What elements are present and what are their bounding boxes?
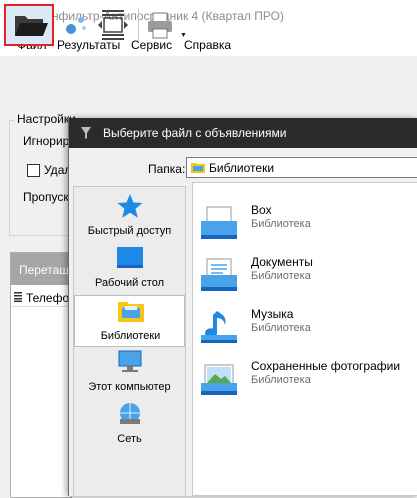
- place-libraries[interactable]: Библиотеки: [74, 295, 185, 347]
- library-name: Документы: [251, 255, 313, 269]
- documents-library-icon: [201, 258, 237, 291]
- file-list[interactable]: Box Библиотека Документы Библиотека Музы…: [192, 182, 417, 496]
- place-quick-access[interactable]: Быстрый доступ: [74, 191, 185, 243]
- place-label: Этот компьютер: [88, 381, 171, 393]
- network-icon: [120, 403, 140, 424]
- library-name: Box: [251, 203, 272, 217]
- place-label: Сеть: [117, 433, 142, 445]
- library-type: Библиотека: [251, 218, 311, 230]
- library-item-documents[interactable]: Документы Библиотека: [201, 255, 417, 299]
- library-type: Библиотека: [251, 270, 311, 282]
- music-library-icon: [201, 311, 237, 343]
- print-button[interactable]: [145, 8, 175, 42]
- place-network[interactable]: Сеть: [74, 399, 185, 451]
- place-label: Рабочий стол: [94, 277, 165, 289]
- settings-button[interactable]: [63, 8, 93, 40]
- computer-icon: [118, 350, 142, 372]
- library-item-music[interactable]: Музыка Библиотека: [201, 307, 417, 351]
- column-header-label: Телефо: [26, 291, 70, 305]
- open-file-button[interactable]: [4, 4, 54, 46]
- desktop-icon: [117, 247, 143, 268]
- open-file-dialog: Выберите файл с объявлениями Папка: Библ…: [68, 118, 417, 496]
- folder-dropdown[interactable]: Библиотеки: [186, 157, 417, 178]
- library-folder-icon: [191, 163, 205, 173]
- pictures-library-icon: [201, 364, 237, 395]
- library-item-box[interactable]: Box Библиотека: [201, 203, 417, 247]
- column-list-icon: [14, 292, 22, 302]
- libraries-icon: [118, 302, 144, 322]
- folder-dropdown-value: Библиотеки: [209, 161, 275, 175]
- library-name: Сохраненные фотографии: [251, 359, 401, 373]
- columns-button[interactable]: [97, 8, 129, 42]
- bubble-icon: [66, 24, 76, 34]
- places-bar: Быстрый доступ Рабочий стол Библиотеки Э…: [73, 186, 186, 496]
- print-dropdown-icon[interactable]: ▼: [180, 32, 187, 39]
- toolbar: [0, 56, 417, 106]
- library-item-saved-pictures[interactable]: Сохраненные фотографии Библиотека: [201, 359, 417, 403]
- library-type: Библиотека: [251, 374, 311, 386]
- dialog-funnel-icon: [81, 127, 91, 139]
- delete-checkbox[interactable]: [27, 164, 40, 177]
- menu-help[interactable]: Справка: [184, 38, 231, 52]
- group-drag-hint: Перетащ: [19, 263, 70, 277]
- place-this-pc[interactable]: Этот компьютер: [74, 347, 185, 399]
- star-icon: [117, 194, 143, 218]
- open-folder-icon: [15, 16, 48, 36]
- place-label: Библиотеки: [100, 330, 161, 342]
- library-name: Музыка: [251, 307, 294, 321]
- folder-label: Папка:: [148, 162, 186, 176]
- place-label: Быстрый доступ: [87, 225, 172, 237]
- place-desktop[interactable]: Рабочий стол: [74, 243, 185, 295]
- toolbar-separator: [138, 8, 139, 42]
- dialog-title: Выберите файл с объявлениями: [103, 126, 287, 140]
- box-library-icon: [201, 206, 237, 239]
- library-type: Библиотека: [251, 322, 311, 334]
